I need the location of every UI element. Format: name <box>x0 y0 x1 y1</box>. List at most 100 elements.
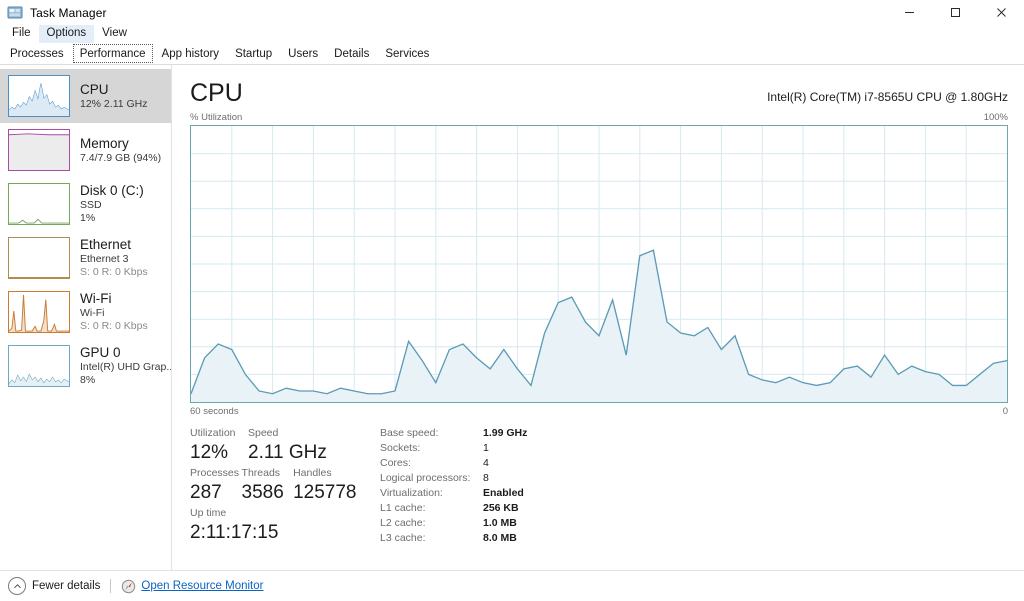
x-axis-end-label: 0 <box>1002 406 1008 417</box>
sidebar-item-memory[interactable]: Memory 7.4/7.9 GB (94%) <box>0 123 171 177</box>
graph-bottom-labels: 60 seconds 0 <box>190 406 1008 417</box>
title-bar: Task Manager <box>0 0 1024 25</box>
minimize-button[interactable] <box>886 0 932 25</box>
stat-speed: Speed 2.11 GHz <box>248 426 368 466</box>
sidebar-item-wifi[interactable]: Wi-Fi Wi-Fi S: 0 R: 0 Kbps <box>0 285 171 339</box>
task-manager-icon <box>7 5 23 21</box>
sockets-label: Sockets: <box>380 442 421 454</box>
l3-cache-value: 8.0 MB <box>483 532 517 544</box>
menu-bar: File Options View <box>0 25 1024 43</box>
menu-options[interactable]: Options <box>38 25 95 43</box>
stat-processes-value: 287 <box>190 482 222 503</box>
fewer-details-label: Fewer details <box>32 580 101 592</box>
sidebar-wifi-line3: S: 0 R: 0 Kbps <box>80 320 148 332</box>
stat-utilization-value: 12% <box>190 442 229 463</box>
cores-label: Cores: <box>380 457 411 469</box>
sidebar-memory-text: Memory 7.4/7.9 GB (94%) <box>80 136 161 165</box>
sidebar-cpu-text: CPU 12% 2.11 GHz <box>80 82 148 111</box>
sidebar-cpu-line2: 12% 2.11 GHz <box>80 97 148 110</box>
sidebar-item-disk0[interactable]: Disk 0 (C:) SSD 1% <box>0 177 171 231</box>
sidebar-ethernet-name: Ethernet <box>80 237 132 252</box>
stat-handles-label: Handles <box>293 467 332 479</box>
tab-processes[interactable]: Processes <box>2 43 72 64</box>
wifi-thumbnail-graph <box>8 291 70 333</box>
base-speed-value: 1.99 GHz <box>483 427 528 439</box>
open-resource-monitor-link[interactable]: Open Resource Monitor <box>121 579 263 594</box>
sidebar-disk-line3: 1% <box>80 212 96 224</box>
sidebar-item-ethernet[interactable]: Ethernet Ethernet 3 S: 0 R: 0 Kbps <box>0 231 171 285</box>
stat-handles: Handles 125778 <box>293 466 368 506</box>
footer-separator <box>110 579 112 593</box>
panel-header: CPU Intel(R) Core(TM) i7-8565U CPU @ 1.8… <box>190 77 1008 107</box>
y-axis-label: % Utilization <box>190 112 243 123</box>
tab-strip: Processes Performance App history Startu… <box>0 43 1024 65</box>
sidebar-ethernet-text: Ethernet Ethernet 3 S: 0 R: 0 Kbps <box>80 237 148 279</box>
sidebar-item-cpu[interactable]: CPU 12% 2.11 GHz <box>0 69 171 123</box>
cpu-stats: Utilization 12% Speed 2.11 GHz Processes… <box>190 426 1008 546</box>
sidebar-wifi-text: Wi-Fi Wi-Fi S: 0 R: 0 Kbps <box>80 291 148 333</box>
virtualization-value: Enabled <box>483 487 524 499</box>
ethernet-thumbnail-graph <box>8 237 70 279</box>
l3-cache-label: L3 cache: <box>380 532 426 544</box>
status-bar: Fewer details Open Resource Monitor <box>0 570 1024 601</box>
sockets-value: 1 <box>483 442 489 454</box>
disk-thumbnail-graph <box>8 183 70 225</box>
menu-view[interactable]: View <box>94 25 135 43</box>
tab-services[interactable]: Services <box>377 43 437 64</box>
l2-cache-label: L2 cache: <box>380 517 426 529</box>
y-axis-max-label: 100% <box>983 112 1008 123</box>
tab-users[interactable]: Users <box>280 43 326 64</box>
sidebar-ethernet-line3: S: 0 R: 0 Kbps <box>80 266 148 278</box>
sidebar-cpu-name: CPU <box>80 81 109 97</box>
tab-details[interactable]: Details <box>326 43 377 64</box>
page-title: CPU <box>190 79 243 107</box>
l1-cache-label: L1 cache: <box>380 502 426 514</box>
sidebar-gpu-text: GPU 0 Intel(R) UHD Grap... 8% <box>80 345 171 387</box>
virtualization-label: Virtualization: <box>380 487 443 499</box>
close-button[interactable] <box>978 0 1024 25</box>
window-title: Task Manager <box>30 5 107 20</box>
sidebar-memory-name: Memory <box>80 135 129 151</box>
sidebar-wifi-line2: Wi-Fi <box>80 307 105 319</box>
resource-monitor-icon <box>121 579 136 594</box>
sidebar-gpu-line2: Intel(R) UHD Grap... <box>80 361 171 373</box>
cpu-utilization-graph[interactable] <box>190 125 1008 403</box>
memory-thumbnail-graph <box>8 129 70 171</box>
maximize-button[interactable] <box>932 0 978 25</box>
stat-threads: Threads 3586 <box>242 466 294 506</box>
stats-row-2: Processes 287 Threads 3586 Handles 12577… <box>190 466 368 506</box>
tab-performance[interactable]: Performance <box>72 43 154 64</box>
cpu-detail-panel: CPU Intel(R) Core(TM) i7-8565U CPU @ 1.8… <box>172 65 1024 570</box>
stat-processes-label: Processes <box>190 467 240 479</box>
logical-processors-value: 8 <box>483 472 489 484</box>
task-manager-window: Task Manager File Options View Processes… <box>0 0 1024 601</box>
cpu-model-label: Intel(R) Core(TM) i7-8565U CPU @ 1.80GHz <box>767 90 1008 104</box>
open-resource-monitor-label: Open Resource Monitor <box>141 580 264 592</box>
l2-cache-value: 1.0 MB <box>483 517 517 529</box>
x-axis-label: 60 seconds <box>190 406 239 417</box>
sidebar-disk-line2: SSD <box>80 199 102 211</box>
graph-top-labels: % Utilization 100% <box>190 112 1008 123</box>
cpu-thumbnail-graph <box>8 75 70 117</box>
gpu-thumbnail-graph <box>8 345 70 387</box>
sidebar-disk-name: Disk 0 (C:) <box>80 183 144 198</box>
sidebar-gpu-name: GPU 0 <box>80 345 121 360</box>
content-area: CPU 12% 2.11 GHz Memory 7.4/7.9 GB (94%) <box>0 65 1024 570</box>
tab-startup[interactable]: Startup <box>227 43 280 64</box>
stat-processes: Processes 287 <box>190 466 242 506</box>
sidebar-ethernet-line2: Ethernet 3 <box>80 253 129 265</box>
chevron-up-icon <box>8 577 26 595</box>
stat-utilization-label: Utilization <box>190 427 236 439</box>
sidebar-gpu-line3: 8% <box>80 374 96 386</box>
menu-file[interactable]: File <box>4 25 39 43</box>
tab-app-history[interactable]: App history <box>154 43 228 64</box>
sidebar-disk-text: Disk 0 (C:) SSD 1% <box>80 183 144 225</box>
stat-uptime-value: 2:11:17:15 <box>190 522 279 543</box>
fewer-details-button[interactable]: Fewer details <box>8 577 100 595</box>
cpu-stats-left: Utilization 12% Speed 2.11 GHz Processes… <box>190 426 368 546</box>
stats-row-3: Up time 2:11:17:15 <box>190 506 368 546</box>
l1-cache-value: 256 KB <box>483 502 519 514</box>
sidebar-item-gpu0[interactable]: GPU 0 Intel(R) UHD Grap... 8% <box>0 339 171 393</box>
stat-handles-value: 125778 <box>293 482 357 503</box>
stat-threads-value: 3586 <box>241 482 284 503</box>
